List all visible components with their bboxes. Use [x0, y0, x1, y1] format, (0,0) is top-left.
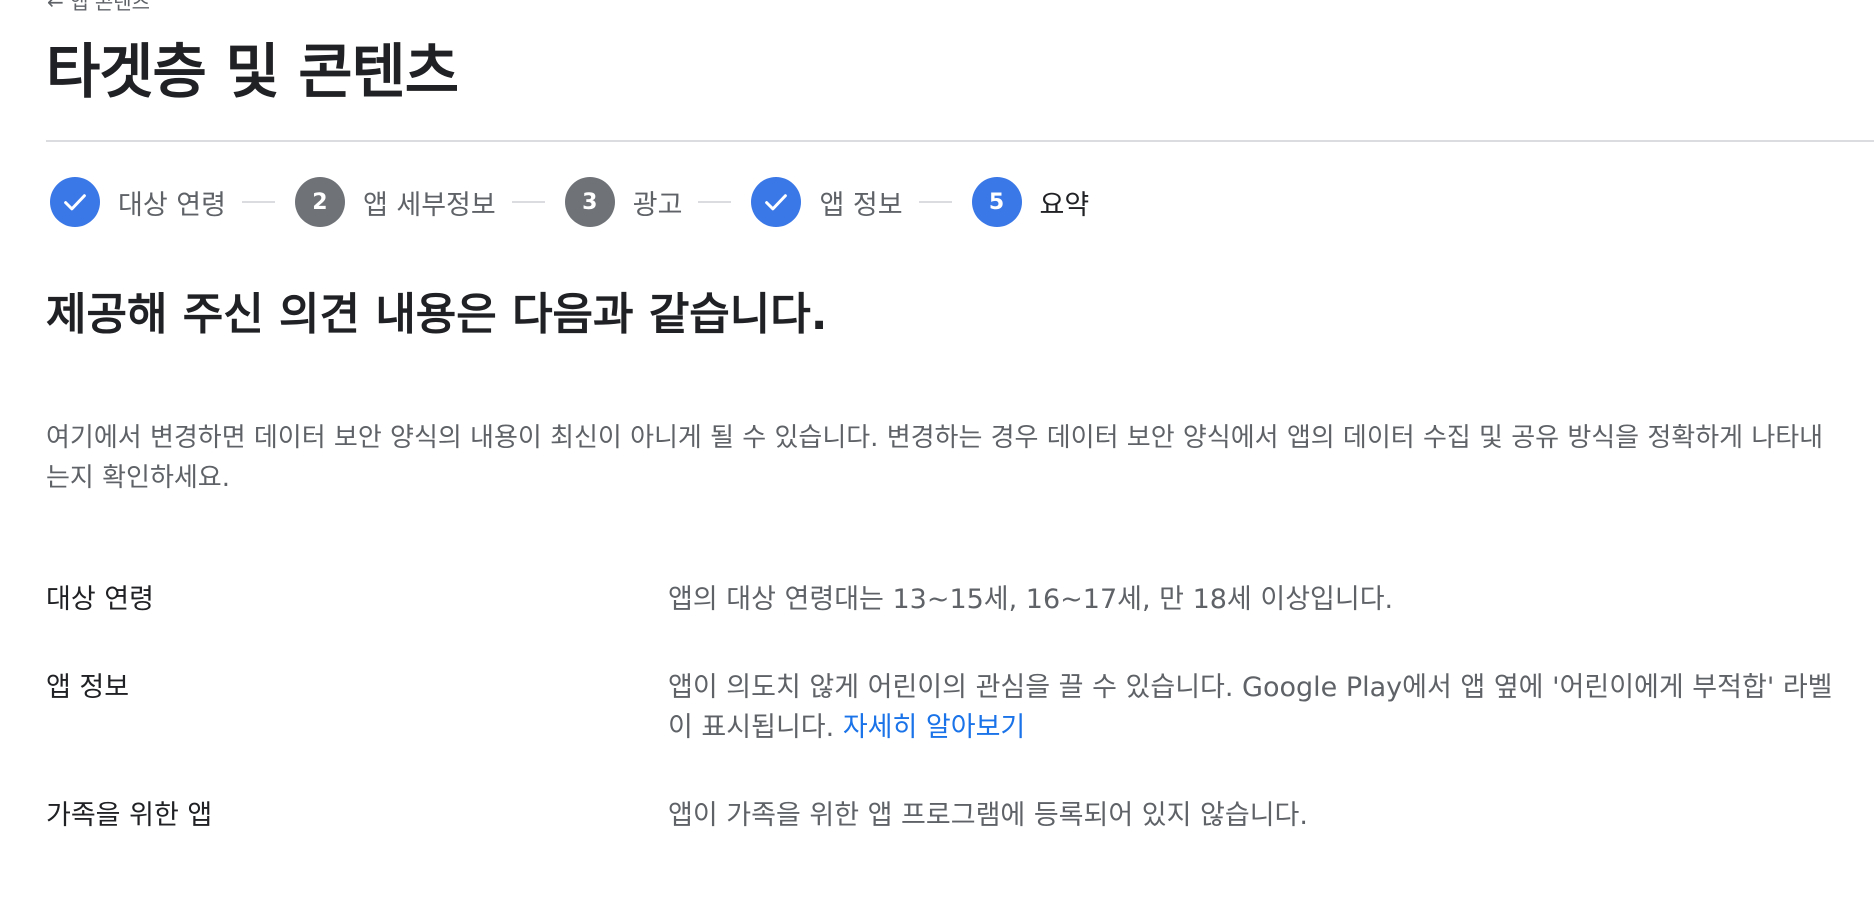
step-connector [918, 201, 952, 203]
step-number-badge: 2 [294, 177, 345, 227]
step-number-badge: 5 [971, 177, 1022, 227]
row-label: 앱 정보 [46, 672, 130, 703]
step-app-info[interactable]: 앱 정보 [751, 177, 903, 227]
summary-row-family-apps: 가족을 위한 앱 앱이 가족을 위한 앱 프로그램에 등록되어 있지 않습니다. [46, 796, 1846, 836]
step-ads[interactable]: 3 광고 [564, 177, 683, 227]
check-icon [765, 194, 788, 211]
step-label: 앱 정보 [819, 189, 903, 221]
data-safety-notice: 여기에서 변경하면 데이터 보안 양식의 내용이 최신이 아니게 될 수 있습니… [46, 423, 1824, 493]
step-connector [698, 201, 732, 203]
page: ← 앱 콘텐츠 타겟층 및 콘텐츠 대상 연령 2 앱 세부정보 3 광고 앱 … [0, 0, 1874, 906]
arrow-back-icon: ← [47, 0, 71, 14]
page-title: 타겟층 및 콘텐츠 [46, 37, 459, 106]
header-divider [46, 140, 1874, 142]
row-value: 앱이 의도치 않게 어린이의 관심을 끌 수 있습니다. Google Play… [668, 668, 1846, 748]
row-label: 대상 연령 [46, 584, 154, 615]
step-summary[interactable]: 5 요약 [971, 177, 1090, 227]
summary-row-target-age: 대상 연령 앱의 대상 연령대는 13~15세, 16~17세, 만 18세 이… [46, 580, 1846, 620]
back-link-label: 앱 콘텐츠 [70, 0, 151, 14]
summary-heading: 제공해 주신 의견 내용은 다음과 같습니다. [46, 289, 828, 340]
step-complete-indicator [751, 177, 802, 227]
step-app-details[interactable]: 2 앱 세부정보 [294, 177, 496, 227]
row-value: 앱의 대상 연령대는 13~15세, 16~17세, 만 18세 이상입니다. [668, 584, 1394, 615]
step-label: 광고 [632, 189, 683, 221]
row-value: 앱이 가족을 위한 앱 프로그램에 등록되어 있지 않습니다. [668, 800, 1308, 831]
row-label: 가족을 위한 앱 [46, 800, 213, 831]
check-icon [64, 194, 86, 211]
step-connector [511, 201, 545, 203]
step-connector [241, 201, 275, 203]
step-target-age[interactable]: 대상 연령 [50, 177, 226, 227]
step-complete-indicator [50, 177, 100, 227]
learn-more-link[interactable]: 자세히 알아보기 [843, 712, 1025, 743]
summary-row-app-info: 앱 정보 앱이 의도치 않게 어린이의 관심을 끌 수 있습니다. Google… [46, 668, 1846, 748]
step-label: 앱 세부정보 [362, 189, 496, 221]
step-label: 대상 연령 [118, 189, 226, 221]
back-link[interactable]: ← 앱 콘텐츠 [47, 0, 150, 15]
step-label: 요약 [1039, 189, 1090, 221]
step-number-badge: 3 [564, 177, 615, 227]
stepper: 대상 연령 2 앱 세부정보 3 광고 앱 정보 5 요약 [50, 177, 1089, 227]
